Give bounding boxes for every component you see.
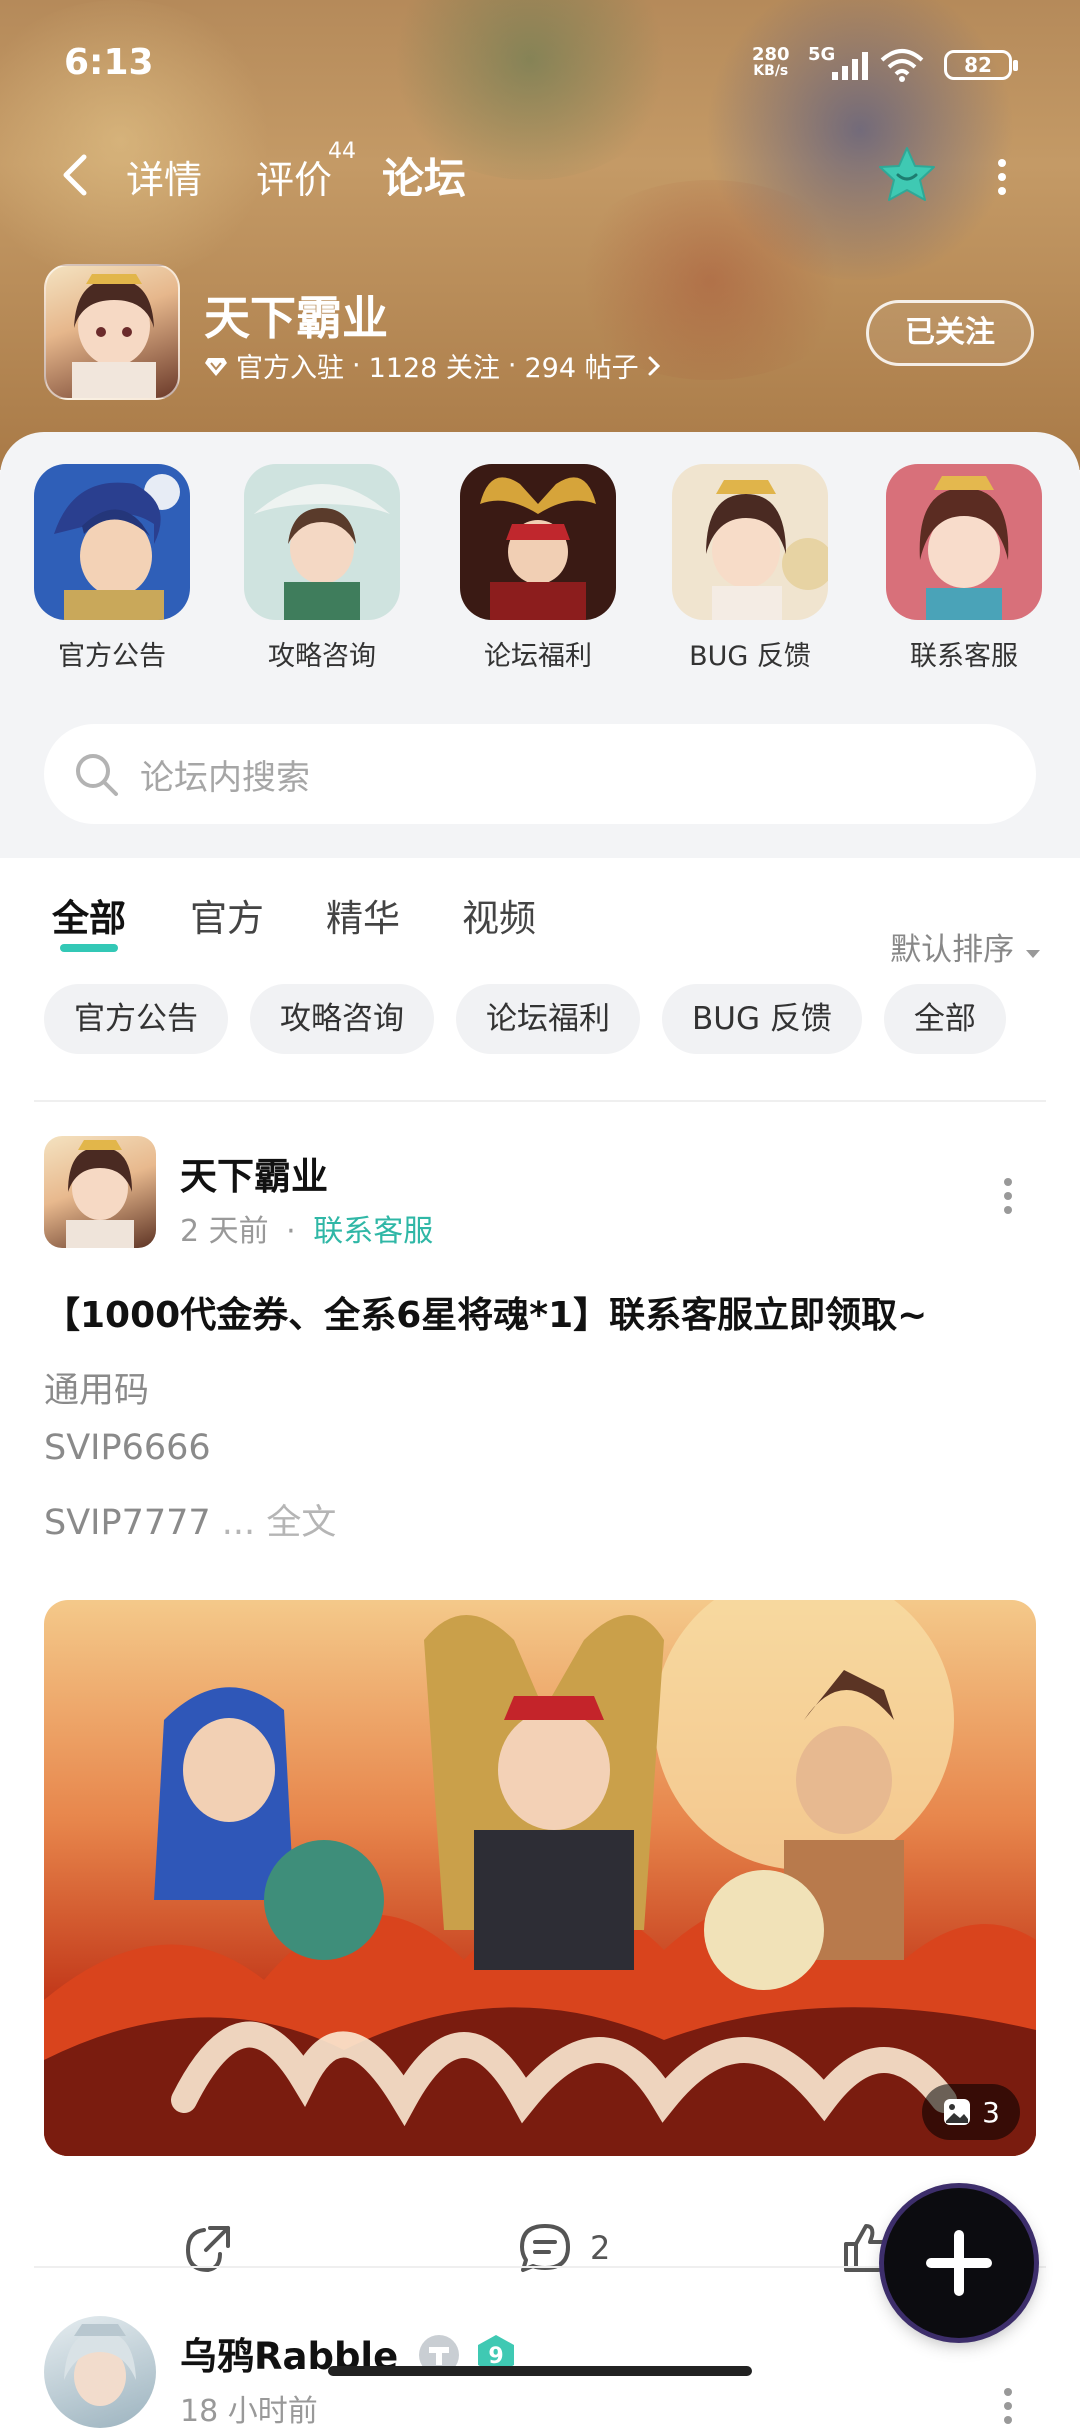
followers-count: 1128 关注 xyxy=(368,353,500,384)
post-text-line: SVIP6666 xyxy=(44,1428,211,1468)
signal-icon xyxy=(832,52,868,80)
chevron-right-icon xyxy=(648,356,660,375)
net-speed-value: 280 xyxy=(752,44,790,65)
gallery-icon xyxy=(944,2099,971,2125)
avatar[interactable] xyxy=(44,1136,156,1248)
more-vertical-icon[interactable] xyxy=(1000,2386,1016,2426)
board-customer-service[interactable]: 联系客服 xyxy=(874,464,1054,673)
reviews-count-badge: 44 xyxy=(328,139,356,164)
chip-bug-report[interactable]: BUG 反馈 xyxy=(662,984,862,1054)
wifi-icon xyxy=(880,49,924,82)
game-stats[interactable]: 官方入驻 · 1128 关注 · 294 帖子 xyxy=(204,346,661,385)
divider xyxy=(34,1100,1046,1102)
swordswoman-avatar-icon xyxy=(244,464,400,620)
board-icon-art xyxy=(886,464,1042,620)
net-speed: 280 KB/s xyxy=(752,44,790,79)
tab-featured[interactable]: 精华 xyxy=(326,888,400,942)
post-author[interactable]: 天下霸业 xyxy=(180,1146,328,1200)
chip-all[interactable]: 全部 xyxy=(883,984,1006,1054)
princess-avatar-icon xyxy=(672,464,828,620)
battery-indicator: 82 xyxy=(944,50,1018,80)
home-indicator[interactable] xyxy=(328,2366,752,2376)
winking-girl-avatar-icon xyxy=(886,464,1042,620)
verified-label: 官方入驻 xyxy=(236,353,344,384)
board-bug-report[interactable]: BUG 反馈 xyxy=(660,464,840,673)
post-time: 18 小时前 xyxy=(180,2394,318,2429)
post-time: 2 天前 xyxy=(180,1214,269,1249)
game-info: 天下霸业 官方入驻 · 1128 关注 · 294 帖子 已关注 xyxy=(44,264,1044,400)
status-time: 6:13 xyxy=(64,42,154,83)
board-icon-art xyxy=(672,464,828,620)
search-placeholder: 论坛内搜索 xyxy=(140,757,310,798)
blue-hero-avatar-icon xyxy=(34,464,190,620)
post-text-line-content: SVIP7777 xyxy=(44,1503,211,1543)
meta-separator: · xyxy=(352,350,361,381)
tab-reviews[interactable]: 评价 xyxy=(256,149,332,204)
board-icon-art xyxy=(460,464,616,620)
tab-video[interactable]: 视频 xyxy=(462,888,536,942)
tab-official[interactable]: 官方 xyxy=(190,888,264,942)
feed-tabs: 全部 官方 精华 视频 默认排序 xyxy=(0,888,1080,968)
chip-strategy[interactable]: 攻略咨询 xyxy=(250,984,434,1054)
game-logo xyxy=(44,264,180,400)
post-image[interactable]: 3 xyxy=(44,1600,1036,2156)
board-icon-art xyxy=(244,464,400,620)
forum-header: 6:13 280 KB/s 5G 82 详情 评价 44 论坛 天下霸业 官方入… xyxy=(0,0,1080,470)
plus-icon xyxy=(954,2230,964,2296)
sort-dropdown[interactable]: 默认排序 xyxy=(890,924,1042,969)
tab-details[interactable]: 详情 xyxy=(126,149,202,204)
avatar-art xyxy=(66,1140,134,1248)
tab-forum[interactable]: 论坛 xyxy=(382,145,467,210)
game-logo-art xyxy=(72,274,156,398)
board-strategy[interactable]: 攻略咨询 xyxy=(232,464,412,673)
back-arrow-icon[interactable] xyxy=(56,153,96,197)
board-label: BUG 反馈 xyxy=(689,641,811,672)
comment-count: 2 xyxy=(590,2229,611,2267)
board-filter-chips: 官方公告 攻略咨询 论坛福利 BUG 反馈 全部 xyxy=(44,984,1006,1054)
verified-diamond-icon xyxy=(205,357,227,376)
status-bar: 6:13 280 KB/s 5G 82 xyxy=(0,0,1080,120)
meta-separator: · xyxy=(286,1214,296,1249)
meta-separator: · xyxy=(507,350,517,381)
armored-warlord-avatar-icon xyxy=(460,464,616,620)
post-ellipsis: ... xyxy=(210,1503,256,1543)
post-text-line: 通用码 xyxy=(44,1371,150,1411)
read-full-link[interactable]: 全文 xyxy=(266,1503,336,1543)
chip-official-announcement[interactable]: 官方公告 xyxy=(44,984,228,1054)
triangle-down-icon xyxy=(1026,950,1040,958)
feed: 全部 官方 精华 视频 默认排序 官方公告 攻略咨询 论坛福利 BUG 反馈 全… xyxy=(0,858,1080,2429)
search-icon xyxy=(76,754,118,796)
board-label: 攻略咨询 xyxy=(268,641,376,672)
post-image-art xyxy=(44,1600,1036,2156)
net-speed-unit: KB/s xyxy=(753,63,789,79)
post-meta: 2 天前 · 联系客服 xyxy=(180,1206,433,1250)
post-text-line: SVIP7777 ... 全文 xyxy=(44,1494,336,1545)
create-post-button[interactable] xyxy=(884,2188,1034,2338)
more-vertical-icon[interactable] xyxy=(1000,1176,1016,1216)
board-label: 论坛福利 xyxy=(484,641,592,672)
post-board-link[interactable]: 联系客服 xyxy=(313,1214,433,1249)
forum-search-input[interactable]: 论坛内搜索 xyxy=(44,724,1036,824)
avatar-art xyxy=(64,2324,136,2406)
posts-count: 294 帖子 xyxy=(524,353,639,384)
image-count: 3 xyxy=(982,2095,1000,2129)
tab-all[interactable]: 全部 xyxy=(52,888,126,952)
board-icon-art xyxy=(34,464,190,620)
favorite-star-icon[interactable] xyxy=(876,145,938,205)
board-label: 联系客服 xyxy=(910,641,1018,672)
follow-button[interactable]: 已关注 xyxy=(866,300,1034,366)
image-count-badge: 3 xyxy=(922,2084,1020,2140)
board-official-announcement[interactable]: 官方公告 xyxy=(22,464,202,673)
sort-label: 默认排序 xyxy=(890,932,1015,968)
board-welfare[interactable]: 论坛福利 xyxy=(448,464,628,673)
top-nav: 详情 评价 44 论坛 xyxy=(0,135,1080,215)
board-label: 官方公告 xyxy=(58,641,166,672)
chip-welfare[interactable]: 论坛福利 xyxy=(456,984,640,1054)
post-title[interactable]: 【1000代金券、全系6星将魂*1】联系客服立即领取~ xyxy=(44,1286,927,1338)
game-title: 天下霸业 xyxy=(204,291,388,345)
more-options-icon[interactable] xyxy=(990,157,1014,197)
quick-boards: 官方公告 攻略咨询 论坛福利 BUG 反馈 联系客服 xyxy=(0,464,1080,672)
avatar[interactable] xyxy=(44,2316,156,2428)
